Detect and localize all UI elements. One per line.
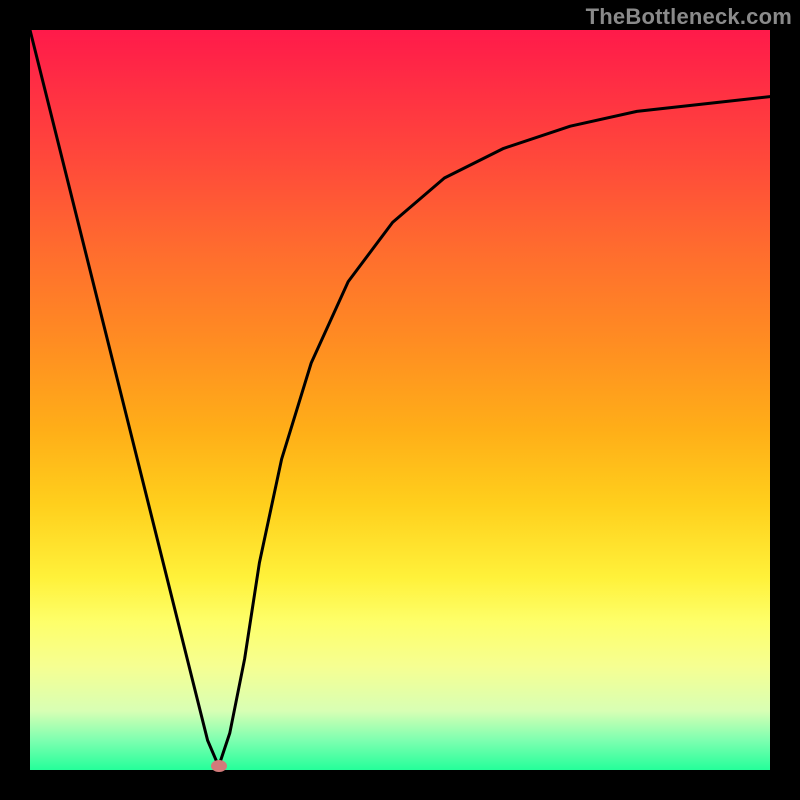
plot-area <box>30 30 770 770</box>
curve-path <box>30 30 770 766</box>
watermark-text: TheBottleneck.com <box>586 4 792 30</box>
curve-svg <box>30 30 770 770</box>
min-point-marker <box>211 760 227 772</box>
chart-frame: TheBottleneck.com <box>0 0 800 800</box>
